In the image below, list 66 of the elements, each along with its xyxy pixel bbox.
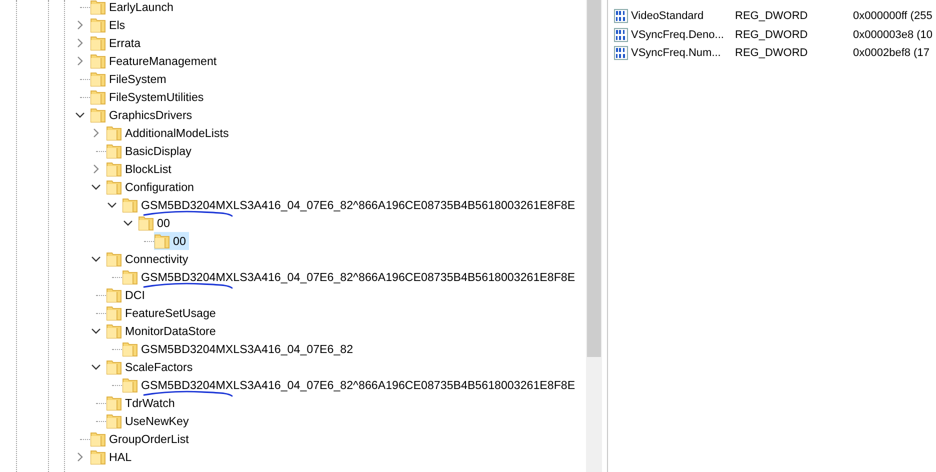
tree-item[interactable]: DCI [106, 286, 148, 304]
folder-icon [106, 287, 122, 303]
folder-icon [90, 35, 106, 51]
folder-icon [106, 179, 122, 195]
tree-item[interactable]: Errata [90, 34, 144, 52]
tree-item[interactable]: GSM5BD3204MXLS3A416_04_07E6_82^866A196CE08735B4B5618003261E8F8E [122, 268, 578, 286]
folder-icon [154, 233, 170, 249]
tree-item[interactable]: GSM5BD3204MXLS3A416_04_07E6_82^866A196CE08735B4B5618003261E8F8E [122, 376, 578, 394]
folder-icon [122, 377, 138, 393]
tree-item[interactable]: AdditionalModeLists [106, 124, 232, 142]
folder-icon [106, 395, 122, 411]
scrollbar[interactable] [586, 0, 602, 472]
scrollbar-thumb[interactable] [587, 0, 601, 357]
tree-item[interactable]: FileSystem [90, 70, 170, 88]
folder-icon [122, 269, 138, 285]
value-name[interactable]: VSyncFreq.Num... [631, 47, 721, 60]
binary-value-icon [614, 28, 628, 42]
folder-icon [106, 143, 122, 159]
folder-icon [106, 251, 122, 267]
folder-icon [90, 0, 106, 15]
folder-icon [90, 53, 106, 69]
tree-item[interactable]: UseNewKey [106, 412, 192, 430]
tree-item[interactable]: FeatureManagement [90, 52, 220, 70]
tree-item[interactable]: 00 [138, 214, 173, 232]
folder-icon [106, 359, 122, 375]
value-type: REG_DWORD [735, 10, 809, 22]
tree-item[interactable]: FeatureSetUsage [106, 304, 219, 322]
binary-value-icon [614, 46, 628, 60]
folder-icon [106, 125, 122, 141]
tree-item[interactable]: TdrWatch [106, 394, 178, 412]
tree-item[interactable]: FileSystemUtilities [90, 88, 207, 106]
folder-icon [90, 431, 106, 447]
tree-item[interactable]: ScaleFactors [106, 358, 196, 376]
tree-item[interactable]: Configuration [106, 178, 197, 196]
tree-item[interactable]: BlockList [106, 160, 174, 178]
folder-icon [90, 71, 106, 87]
value-name[interactable]: VSyncFreq.Deno... [631, 28, 724, 41]
folder-icon [90, 17, 106, 33]
folder-icon [90, 449, 106, 465]
tree-item[interactable]: MonitorDataStore [106, 322, 219, 340]
folder-icon [90, 107, 106, 123]
folder-icon [122, 341, 138, 357]
value-data: 0x0002bef8 (17 [853, 47, 930, 60]
value-data: 0x000000ff (255 [853, 10, 932, 22]
tree-item[interactable]: EarlyLaunch [90, 0, 176, 16]
tree-item[interactable]: GraphicsDrivers [90, 106, 196, 124]
folder-icon [106, 161, 122, 177]
folder-icon [90, 89, 106, 105]
tree-item[interactable]: BasicDisplay [106, 142, 194, 160]
tree-item[interactable]: Connectivity [106, 250, 192, 268]
tree-item[interactable]: Els [90, 16, 128, 34]
folder-icon [106, 323, 122, 339]
tree-item[interactable]: GroupOrderList [90, 430, 192, 448]
value-type: REG_DWORD [735, 28, 809, 41]
folder-icon [106, 413, 122, 429]
value-type: REG_DWORD [735, 47, 809, 60]
folder-icon [106, 305, 122, 321]
tree-item[interactable]: GSM5BD3204MXLS3A416_04_07E6_82^866A196CE08735B4B5618003261E8F8E [122, 196, 578, 214]
tree-item[interactable]: GSM5BD3204MXLS3A416_04_07E6_82 [122, 340, 356, 358]
tree-item[interactable]: 00 [154, 232, 189, 250]
tree-item[interactable]: HAL [90, 448, 135, 466]
folder-icon [122, 197, 138, 213]
value-name[interactable]: VideoStandard [631, 10, 704, 22]
folder-icon [138, 215, 154, 231]
value-data: 0x000003e8 (10 [853, 28, 933, 41]
binary-value-icon [614, 9, 628, 24]
